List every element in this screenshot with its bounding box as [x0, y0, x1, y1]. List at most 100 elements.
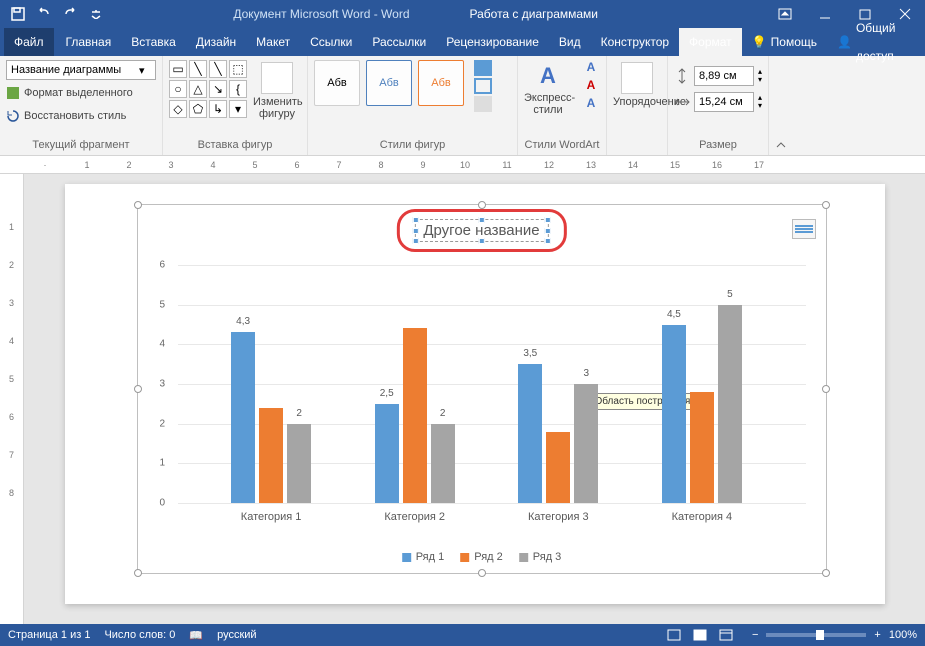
web-layout-button[interactable]	[714, 626, 738, 644]
category-group[interactable]: 2,52	[375, 328, 455, 503]
style-preview[interactable]: Абв	[366, 60, 412, 106]
shape-style-gallery[interactable]: Абв Абв Абв	[314, 60, 464, 106]
tab-home[interactable]: Главная	[56, 28, 122, 56]
chart-object[interactable]: Другое название Область построения 01234…	[137, 204, 827, 574]
read-mode-button[interactable]	[662, 626, 686, 644]
gridline	[178, 265, 806, 266]
change-shape-button[interactable]: Изменить фигуру	[253, 60, 301, 120]
ribbon-options-button[interactable]	[765, 0, 805, 28]
group-size: ▴▾ ▴▾ Размер	[668, 56, 769, 155]
tab-design[interactable]: Дизайн	[186, 28, 246, 56]
qa-customize-button[interactable]	[84, 3, 108, 25]
zoom-level[interactable]: 100%	[889, 629, 917, 641]
help-button[interactable]: 💡Помощь	[742, 28, 827, 56]
arrange-button[interactable]: Упорядочение	[613, 60, 661, 108]
chart-title-container[interactable]: Другое название	[414, 219, 548, 242]
chart-title-text[interactable]: Другое название	[423, 222, 539, 239]
style-preview[interactable]: Абв	[314, 60, 360, 106]
zoom-in-button[interactable]: +	[874, 629, 880, 641]
chart-plot-area[interactable]: Область построения 01234564,32Категория …	[178, 265, 806, 503]
chart-legend[interactable]: Ряд 1 Ряд 2 Ряд 3	[402, 551, 562, 563]
format-selection-button[interactable]: Формат выделенного	[6, 83, 133, 103]
title-bar: Документ Microsoft Word - Word Работа с …	[0, 0, 925, 28]
tab-review[interactable]: Рецензирование	[436, 28, 549, 56]
legend-item[interactable]: Ряд 1	[402, 551, 445, 563]
category-group[interactable]: 3,53	[518, 364, 598, 503]
category-group[interactable]: 4,55	[662, 305, 742, 503]
tab-references[interactable]: Ссылки	[300, 28, 362, 56]
tab-format[interactable]: Формат	[679, 28, 742, 56]
tab-view[interactable]: Вид	[549, 28, 591, 56]
bar[interactable]: 4,5	[662, 325, 686, 504]
width-input-row: ▴▾	[674, 92, 762, 112]
shape-height-input[interactable]	[694, 66, 754, 86]
wordart-quick-styles-button[interactable]: A Экспресс-стили	[524, 60, 572, 116]
selection-handle[interactable]	[478, 201, 486, 209]
selection-handle[interactable]	[134, 385, 142, 393]
vertical-ruler[interactable]: 1234 5678	[0, 174, 24, 624]
proofing-icon[interactable]: 📖	[189, 629, 203, 642]
bar[interactable]	[546, 432, 570, 503]
layout-options-button[interactable]	[792, 219, 816, 239]
shape-gallery[interactable]: ▭╲╲⬚ ○△↘{ ◇⬠↳▾	[169, 60, 247, 118]
zoom-slider[interactable]	[766, 633, 866, 637]
page-scroll-area[interactable]: Другое название Область построения 01234…	[24, 174, 925, 624]
bar[interactable]: 3,5	[518, 364, 542, 503]
chart-element-selector[interactable]: Название диаграммы ▾	[6, 60, 156, 80]
bar[interactable]: 4,3	[231, 332, 255, 503]
share-button[interactable]: 👤Общий доступ	[827, 28, 925, 56]
selection-handle[interactable]	[134, 569, 142, 577]
zoom-out-button[interactable]: −	[752, 629, 758, 641]
zoom-thumb[interactable]	[816, 630, 824, 640]
bar[interactable]	[259, 408, 283, 503]
save-button[interactable]	[6, 3, 30, 25]
selection-handle[interactable]	[822, 201, 830, 209]
tab-mailings[interactable]: Рассылки	[362, 28, 436, 56]
group-wordart-styles: A Экспресс-стили A A A Стили WordArt	[518, 56, 607, 155]
undo-button[interactable]	[32, 3, 56, 25]
shape-effects-button[interactable]	[474, 96, 492, 112]
page-indicator[interactable]: Страница 1 из 1	[8, 629, 90, 641]
chart-title-selection[interactable]: Другое название	[414, 219, 548, 242]
spinner-icon[interactable]: ▴▾	[758, 94, 762, 110]
selection-handle[interactable]	[822, 569, 830, 577]
tab-insert[interactable]: Вставка	[121, 28, 186, 56]
tab-file[interactable]: Файл	[4, 28, 54, 56]
bar[interactable]: 2	[431, 424, 455, 503]
document-page[interactable]: Другое название Область построения 01234…	[65, 184, 885, 604]
bar[interactable]	[403, 328, 427, 503]
text-outline-button[interactable]: A	[582, 78, 600, 94]
tab-layout[interactable]: Макет	[246, 28, 300, 56]
selection-handle[interactable]	[822, 385, 830, 393]
bar[interactable]	[690, 392, 714, 503]
spinner-icon[interactable]: ▴▾	[758, 68, 762, 84]
text-effects-button[interactable]: A	[582, 96, 600, 112]
bar[interactable]: 2	[287, 424, 311, 503]
selection-handle[interactable]	[478, 569, 486, 577]
y-tick-label: 0	[160, 498, 166, 509]
print-layout-button[interactable]	[688, 626, 712, 644]
tab-chart-design[interactable]: Конструктор	[591, 28, 679, 56]
minimize-button[interactable]	[805, 0, 845, 28]
word-count[interactable]: Число слов: 0	[104, 629, 175, 641]
horizontal-ruler[interactable]: ·1234 56789 1011121314 151617	[0, 156, 925, 174]
selection-handle[interactable]	[134, 201, 142, 209]
bar[interactable]: 3	[574, 384, 598, 503]
shape-outline-button[interactable]	[474, 78, 492, 94]
language-indicator[interactable]: русский	[217, 629, 256, 641]
view-mode-buttons	[662, 626, 738, 644]
shape-fill-button[interactable]	[474, 60, 492, 76]
text-fill-button[interactable]: A	[582, 60, 600, 76]
redo-button[interactable]	[58, 3, 82, 25]
legend-swatch	[460, 553, 469, 562]
ribbon-body: Название диаграммы ▾ Формат выделенного …	[0, 56, 925, 156]
reset-style-button[interactable]: Восстановить стиль	[6, 106, 126, 126]
shape-width-input[interactable]	[694, 92, 754, 112]
collapse-ribbon-button[interactable]	[769, 56, 793, 155]
bar[interactable]: 2,5	[375, 404, 399, 503]
bar[interactable]: 5	[718, 305, 742, 503]
style-preview[interactable]: Абв	[418, 60, 464, 106]
legend-item[interactable]: Ряд 3	[519, 551, 562, 563]
category-group[interactable]: 4,32	[231, 332, 311, 503]
legend-item[interactable]: Ряд 2	[460, 551, 503, 563]
